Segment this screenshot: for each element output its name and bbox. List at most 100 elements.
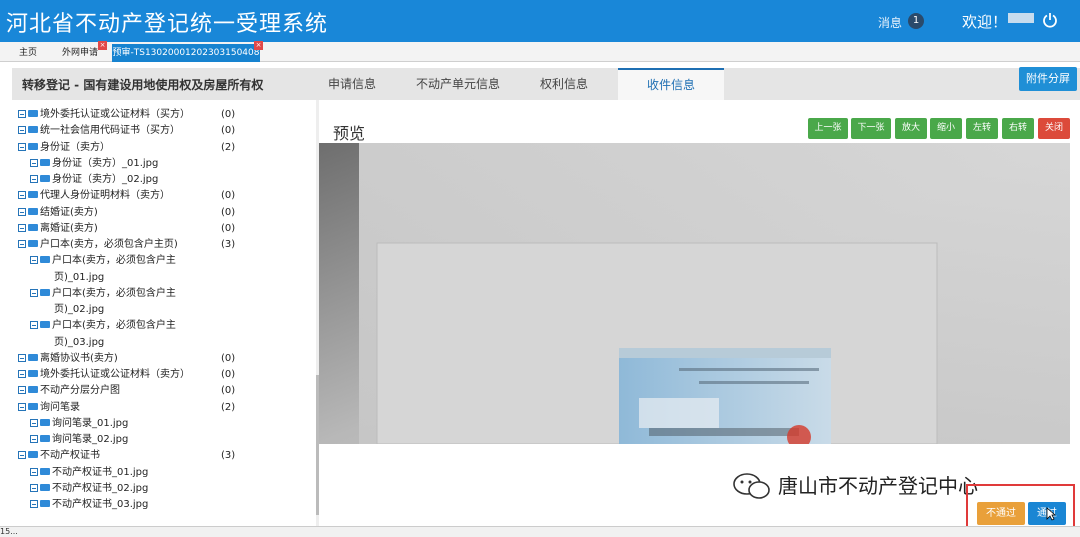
tree-folder-item[interactable]: 不动产权证书 — [18, 448, 100, 464]
tree-item-label: 身份证（卖方）_01.jpg — [52, 157, 159, 169]
tree-file-item[interactable]: 户口本(卖方，必须包含户主 — [30, 253, 176, 269]
tab-property-unit-info[interactable]: 不动产单元信息 — [404, 68, 512, 100]
folder-icon — [40, 256, 50, 264]
tree-item-count: (3) — [221, 239, 236, 250]
close-tab-icon[interactable]: × — [98, 41, 107, 50]
tab-home[interactable]: 主页 — [6, 44, 50, 62]
power-icon[interactable] — [1042, 12, 1058, 28]
tree-file-item[interactable]: 不动产权证书_03.jpg — [30, 497, 148, 513]
tree-item-label: 不动产权证书_02.jpg — [52, 482, 149, 494]
tree-item-count: (0) — [221, 109, 236, 120]
document-preview-image[interactable] — [319, 143, 1070, 444]
tab-application-info[interactable]: 申请信息 — [312, 68, 392, 100]
collapse-toggle-icon[interactable] — [18, 126, 26, 135]
collapse-toggle-icon[interactable] — [18, 353, 26, 362]
close-tab-icon[interactable]: × — [254, 41, 263, 50]
collapse-toggle-icon[interactable] — [18, 142, 26, 151]
folder-icon — [28, 207, 38, 215]
folder-icon — [28, 191, 38, 199]
tree-item-label: 户口本(卖方，必须包含户主 — [52, 287, 176, 299]
tree-folder-item[interactable]: 离婚证(卖方) — [18, 221, 98, 237]
rotate-right-button[interactable]: 右转 — [1002, 118, 1034, 139]
collapse-toggle-icon[interactable] — [18, 207, 26, 216]
folder-icon — [40, 500, 50, 507]
tree-file-item[interactable]: 页)_03.jpg — [54, 335, 104, 351]
collapse-toggle-icon[interactable] — [18, 402, 26, 411]
collapse-toggle-icon[interactable] — [18, 386, 26, 395]
collapse-toggle-icon[interactable] — [30, 321, 38, 330]
tree-file-item[interactable]: 户口本(卖方，必须包含户主 — [30, 318, 176, 334]
tree-file-item[interactable]: 身份证（卖方）_01.jpg — [30, 156, 158, 172]
tree-file-item[interactable]: 询问笔录_01.jpg — [30, 416, 128, 432]
collapse-toggle-icon[interactable] — [18, 191, 26, 200]
tab-rights-info[interactable]: 权利信息 — [524, 68, 604, 100]
tree-file-item[interactable]: 页)_01.jpg — [54, 270, 104, 286]
status-bar: 15... — [0, 526, 1080, 537]
collapse-toggle-icon[interactable] — [18, 240, 26, 248]
tree-folder-item[interactable]: 不动产分层分户图 — [18, 383, 120, 399]
folder-icon — [40, 467, 50, 475]
tree-folder-item[interactable]: 询问笔录 — [18, 400, 80, 416]
tree-folder-item[interactable]: 户口本(卖方，必须包含户主页) — [18, 237, 178, 253]
tree-item-label: 页)_01.jpg — [54, 271, 105, 283]
tree-folder-item[interactable]: 离婚协议书(卖方) — [18, 351, 118, 367]
next-image-button[interactable]: 下一张 — [851, 118, 891, 139]
tab-document-receipt[interactable]: 收件信息 — [618, 68, 724, 100]
tree-folder-item[interactable]: 统一社会信用代码证书（买方） — [18, 123, 180, 139]
collapse-toggle-icon[interactable] — [30, 158, 38, 167]
tree-file-item[interactable]: 询问笔录_02.jpg — [30, 432, 128, 448]
tree-file-item[interactable]: 不动产权证书_01.jpg — [30, 465, 148, 481]
collapse-toggle-icon[interactable] — [30, 288, 38, 297]
tree-folder-item[interactable]: 境外委托认证或公证材料（卖方） — [18, 367, 190, 383]
close-preview-button[interactable]: 关闭 — [1038, 118, 1070, 139]
tree-item-label: 统一社会信用代码证书（买方） — [40, 125, 180, 137]
prev-image-button[interactable]: 上一张 — [808, 118, 848, 139]
zoom-out-button[interactable]: 缩小 — [930, 118, 962, 139]
tab-bar: 主页 外网申请 × 预审-TS13020001202303150408 × — [0, 41, 1080, 62]
collapse-toggle-icon[interactable] — [18, 370, 26, 378]
tree-file-item[interactable]: 不动产权证书_02.jpg — [30, 481, 148, 497]
preview-title: 预览 — [333, 124, 366, 143]
registration-type-title: 转移登记 - 国有建设用地使用权及房屋所有权 — [22, 78, 264, 92]
folder-icon — [28, 142, 38, 150]
zoom-in-button[interactable]: 放大 — [895, 118, 927, 139]
collapse-toggle-icon[interactable] — [30, 467, 38, 476]
folder-icon — [28, 240, 38, 247]
tree-item-label: 询问笔录_02.jpg — [52, 434, 129, 445]
split-screen-button[interactable]: 附件分屏 — [1019, 67, 1077, 91]
collapse-toggle-icon[interactable] — [18, 223, 26, 232]
tree-folder-item[interactable]: 结婚证(卖方) — [18, 205, 98, 221]
folder-icon — [40, 175, 50, 182]
tree-folder-item[interactable]: 境外委托认证或公证材料（买方） — [18, 107, 190, 123]
tree-file-item[interactable]: 页)_02.jpg — [54, 302, 104, 318]
rotate-left-button[interactable]: 左转 — [966, 118, 998, 139]
collapse-toggle-icon[interactable] — [18, 451, 26, 460]
collapse-toggle-icon[interactable] — [30, 483, 38, 492]
welcome-text: 欢迎！ — [962, 13, 1008, 31]
tree-item-label: 户口本(卖方，必须包含户主 — [52, 320, 176, 332]
tree-item-count: (2) — [221, 401, 236, 413]
tree-folder-item[interactable]: 身份证（卖方） — [18, 140, 110, 156]
collapse-toggle-icon[interactable] — [30, 256, 38, 265]
status-text: 15... — [0, 527, 18, 536]
collapse-toggle-icon[interactable] — [30, 435, 38, 443]
tree-item-label: 不动产权证书_01.jpg — [52, 466, 149, 478]
tree-folder-item[interactable]: 代理人身份证明材料（卖方） — [18, 188, 170, 204]
reject-button[interactable]: 不通过 — [977, 502, 1025, 525]
folder-icon — [28, 223, 38, 231]
collapse-toggle-icon[interactable] — [18, 110, 26, 118]
tree-item-count: (0) — [221, 369, 236, 380]
messages-link[interactable]: 消息 — [878, 14, 902, 31]
document-tree: 境外委托认证或公证材料（买方） (0) 统一社会信用代码证书（买方） (0) 身份证（卖… — [12, 100, 317, 526]
tree-item-label: 户口本(卖方，必须包含户主 — [52, 255, 176, 267]
tree-item-count: (2) — [221, 141, 236, 153]
collapse-toggle-icon[interactable] — [30, 500, 38, 508]
tree-item-count: (0) — [221, 206, 236, 218]
tree-file-item[interactable]: 户口本(卖方，必须包含户主 — [30, 286, 176, 302]
tab-preview-review[interactable]: 预审-TS13020001202303150408 — [112, 44, 260, 62]
collapse-toggle-icon[interactable] — [30, 418, 38, 427]
collapse-toggle-icon[interactable] — [30, 175, 38, 183]
folder-icon — [40, 158, 50, 166]
folder-icon — [28, 370, 38, 377]
tree-file-item[interactable]: 身份证（卖方）_02.jpg — [30, 172, 158, 188]
